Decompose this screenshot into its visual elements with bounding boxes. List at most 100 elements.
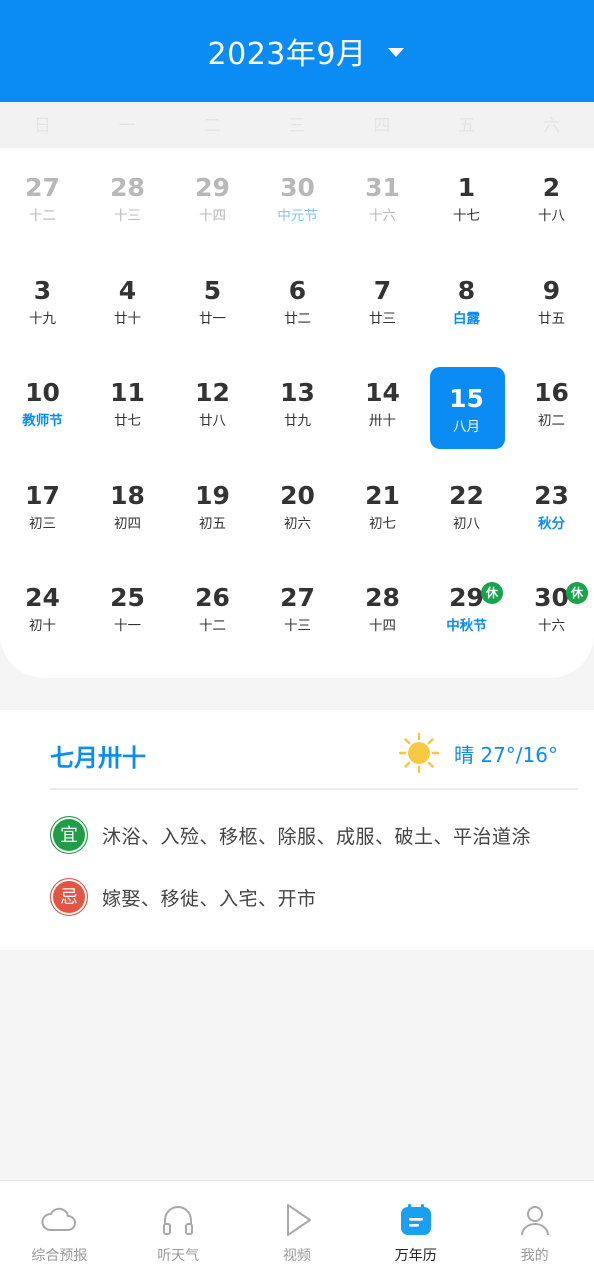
day-number: 21 (365, 480, 400, 510)
calendar-day-selected[interactable]: 15 八月 (424, 353, 509, 449)
month-selector[interactable]: 2023年9月 (190, 29, 405, 73)
calendar-day[interactable]: 19 初五 (170, 456, 255, 544)
calendar-day[interactable]: 12 廿八 (170, 353, 255, 441)
calendar-day[interactable]: 25 十一 (85, 558, 170, 646)
lunar-day-label: 廿三 (369, 310, 396, 327)
day-number: 28 (110, 173, 145, 202)
weekday-header: 日 一 二 三 四 五 六 (0, 102, 594, 150)
calendar-day[interactable]: 26 十二 (170, 558, 255, 646)
sun-icon (398, 732, 440, 774)
calendar-day[interactable]: 21 初七 (340, 456, 425, 544)
ji-badge: 忌 (50, 878, 88, 916)
play-icon (286, 1204, 311, 1236)
top-bar: 2023年9月 (0, 0, 594, 102)
lunar-day-label: 十四 (369, 618, 396, 634)
weekday-thu: 四 (373, 116, 391, 136)
weekday-sun: 日 (33, 116, 51, 136)
calendar-day[interactable]: 31 十六 (340, 148, 425, 236)
lunar-day-label: 廿八 (199, 413, 226, 429)
lunar-day-label: 初七 (369, 515, 396, 532)
calendar-day[interactable]: 16 初二 (509, 353, 594, 441)
weekday-wed: 三 (288, 116, 306, 136)
lunar-day-label: 十九 (29, 310, 56, 327)
nav-label-forecast: 综合预报 (31, 1248, 88, 1264)
nav-label-listen: 听天气 (157, 1248, 200, 1264)
chevron-down-icon[interactable] (388, 47, 405, 57)
calendar-day[interactable]: 30 中元节 (255, 148, 340, 236)
day-number: 25 (110, 583, 145, 612)
calendar-day[interactable]: 8 白露 (424, 251, 509, 339)
nav-item-profile[interactable]: 我的 (475, 1181, 594, 1280)
calendar-day[interactable]: 9 廿五 (509, 251, 594, 339)
lunar-day-label: 十二 (199, 618, 226, 634)
calendar-day[interactable]: 14 卅十 (340, 353, 425, 441)
weekday-mon: 一 (118, 116, 136, 136)
nav-item-video[interactable]: 视频 (238, 1181, 357, 1280)
yi-badge: 宜 (50, 816, 88, 854)
nav-item-forecast[interactable]: 综合预报 (0, 1181, 119, 1280)
day-number: 11 (110, 378, 145, 407)
day-number: 17 (25, 480, 60, 510)
day-number: 24 (25, 583, 60, 612)
user-icon (520, 1206, 549, 1236)
month-title[interactable]: 2023年9月 (208, 29, 367, 73)
day-number: 5 (203, 275, 222, 305)
calendar-day[interactable]: 18 初四 (85, 456, 170, 544)
day-number: 7 (373, 275, 392, 305)
calendar-day[interactable]: 6 廿二 (255, 251, 340, 339)
calendar-day[interactable]: 11 廿七 (85, 353, 170, 441)
day-number: 29 (195, 173, 230, 202)
day-info-card: 七月卅十 晴 27°/16° 宜 沐浴、入殓、移柩、除服、成服、破土、平治道涂 … (0, 710, 594, 950)
calendar-day[interactable]: 4 廿十 (85, 251, 170, 339)
calendar-day[interactable]: 24 初十 (0, 558, 85, 646)
day-number: 3 (33, 275, 52, 305)
day-number: 13 (280, 378, 315, 407)
calendar-day[interactable]: 10 教师节 (0, 353, 85, 441)
day-number: 18 (110, 480, 145, 510)
lunar-day-label: 廿五 (538, 310, 565, 327)
calendar-day[interactable]: 29 中秋节休 (424, 558, 509, 646)
calendar-day[interactable]: 3 十九 (0, 251, 85, 339)
calendar-day[interactable]: 23 秋分 (509, 456, 594, 544)
calendar-day[interactable]: 17 初三 (0, 456, 85, 544)
weekday-tue: 二 (203, 116, 221, 136)
lunar-day-label: 廿二 (284, 310, 311, 327)
lunar-day-label: 十一 (114, 618, 141, 634)
calendar-day[interactable]: 27 十三 (255, 558, 340, 646)
calendar-day[interactable]: 1 十七 (424, 148, 509, 236)
festival-label: 中秋节 (446, 618, 487, 634)
calendar-day[interactable]: 13 廿九 (255, 353, 340, 441)
day-number: 20 (280, 480, 315, 510)
calendar-day[interactable]: 29 十四 (170, 148, 255, 236)
day-number: 28 (365, 583, 400, 612)
calendar-day[interactable]: 7 廿三 (340, 251, 425, 339)
lunar-day-label: 十六 (538, 618, 565, 634)
yi-row: 宜 沐浴、入殓、移柩、除服、成服、破土、平治道涂 (50, 816, 531, 854)
lunar-day-label: 初六 (284, 515, 311, 532)
calendar-day[interactable]: 22 初八 (424, 456, 509, 544)
calendar-day[interactable]: 27 十二 (0, 148, 85, 236)
weather-summary[interactable]: 晴 27°/16° (398, 732, 558, 774)
day-number: 15 (449, 384, 484, 413)
cloud-icon (41, 1207, 77, 1231)
calendar-day[interactable]: 2 十八 (509, 148, 594, 236)
lunar-day-label: 初十 (29, 618, 56, 634)
day-number: 19 (195, 480, 230, 510)
festival-label: 中元节 (277, 208, 318, 224)
nav-item-listen[interactable]: 听天气 (119, 1181, 238, 1280)
lunar-day-label: 十三 (114, 208, 141, 224)
nav-item-calendar[interactable]: 万年历 (356, 1181, 475, 1280)
weekday-fri: 五 (458, 116, 476, 136)
nav-label-profile: 我的 (520, 1248, 549, 1264)
day-number: 16 (534, 378, 569, 407)
calendar-day[interactable]: 30 十六休 (509, 558, 594, 646)
day-number: 31 (365, 173, 400, 202)
festival-label: 秋分 (538, 515, 565, 532)
ji-row: 忌 嫁娶、移徙、入宅、开市 (50, 878, 317, 916)
calendar-day[interactable]: 28 十三 (85, 148, 170, 236)
calendar-day[interactable]: 5 廿一 (170, 251, 255, 339)
lunar-day-label: 八月 (453, 419, 480, 435)
nav-label-video: 视频 (282, 1248, 311, 1264)
calendar-day[interactable]: 28 十四 (340, 558, 425, 646)
calendar-day[interactable]: 20 初六 (255, 456, 340, 544)
